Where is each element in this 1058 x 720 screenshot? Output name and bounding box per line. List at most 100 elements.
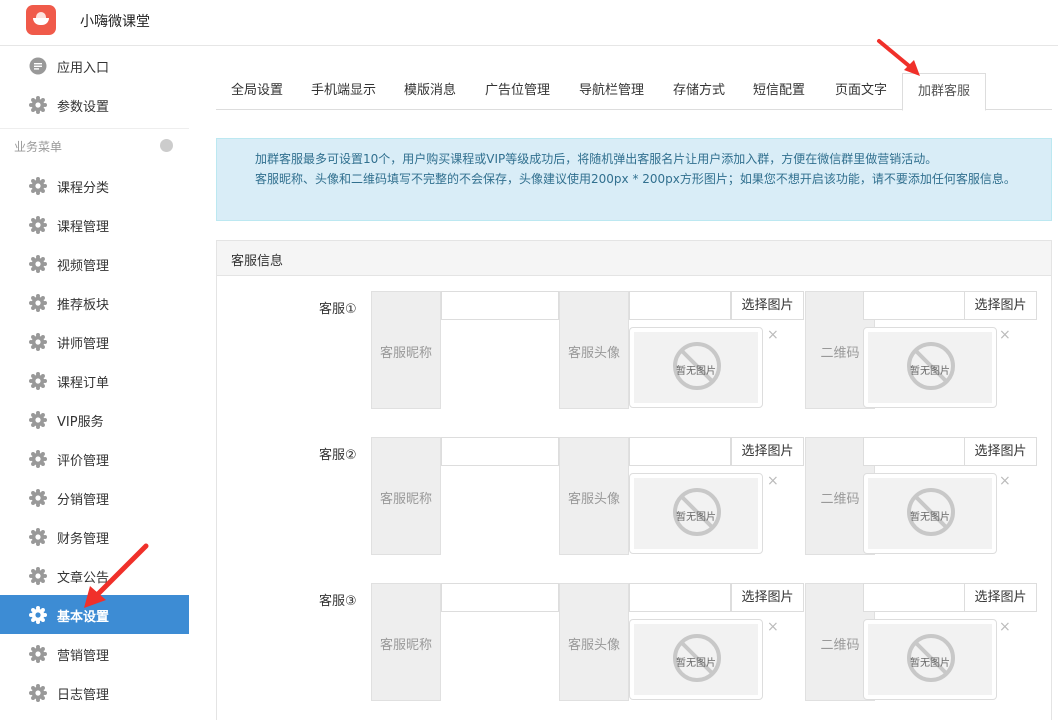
preview-placeholder: 暂无图片 (634, 332, 758, 403)
info-notice: 加群客服最多可设置10个，用户购买课程或VIP等级成功后，将随机弹出客服名片让用… (216, 138, 1052, 221)
sidebar-item-label: 讲师管理 (57, 337, 110, 352)
avatar-preview: 暂无图片 (629, 327, 763, 408)
tab[interactable]: 广告位管理 (470, 73, 565, 110)
nickname-input[interactable] (441, 583, 559, 612)
select-qrcode-button[interactable]: 选择图片 (964, 583, 1037, 612)
select-qrcode-button[interactable]: 选择图片 (964, 291, 1037, 320)
notice-line-2: 客服昵称、头像和二维码填写不完整的不会保存，头像建议使用200px * 200p… (255, 172, 1016, 186)
gear-icon (29, 177, 47, 195)
logo-icon (26, 5, 56, 35)
nickname-input[interactable] (441, 291, 559, 320)
remove-qrcode-icon[interactable]: × (999, 619, 1011, 635)
sidebar-item-label: 课程管理 (57, 220, 110, 235)
remove-avatar-icon[interactable]: × (767, 473, 779, 489)
gear-icon (29, 645, 47, 663)
panel-title: 客服信息 (231, 254, 284, 269)
no-image-text: 暂无图片 (910, 512, 950, 523)
qrcode-url-input[interactable] (863, 291, 965, 320)
gear-icon (29, 606, 47, 624)
sidebar-item-label: 日志管理 (57, 688, 110, 703)
sidebar-item-label: 评价管理 (57, 454, 110, 469)
notice-line-1: 加群客服最多可设置10个，用户购买课程或VIP等级成功后，将随机弹出客服名片让用… (255, 152, 938, 166)
gear-icon (29, 411, 47, 429)
gear-icon (29, 684, 47, 702)
sidebar-item-label: 营销管理 (57, 649, 110, 664)
preview-placeholder: 暂无图片 (868, 624, 992, 695)
sidebar-item-label: 课程订单 (57, 376, 110, 391)
collapse-dot-icon[interactable] (160, 139, 173, 152)
sidebar-item-app-entry[interactable]: 应用入口 (0, 46, 189, 85)
sidebar-item[interactable]: 日志管理 (0, 673, 189, 712)
avatar-url-input[interactable] (629, 583, 731, 612)
gear-icon (29, 96, 47, 114)
qrcode-url-input[interactable] (863, 437, 965, 466)
service-row-label: 客服③ (319, 594, 357, 609)
service-row-label: 客服② (319, 448, 357, 463)
avatar-url-input[interactable] (629, 291, 731, 320)
preview-placeholder: 暂无图片 (868, 478, 992, 549)
sidebar-item-label: VIP服务 (57, 415, 104, 430)
tab[interactable]: 模版消息 (389, 73, 471, 110)
avatar-label-block: 客服头像 (559, 583, 629, 701)
gear-icon (29, 372, 47, 390)
sidebar-item[interactable]: 营销管理 (0, 634, 189, 673)
no-image-text: 暂无图片 (676, 512, 716, 523)
sidebar-item-label: 参数设置 (57, 100, 110, 115)
sidebar: 应用入口 参数设置 业务菜单 课程分类课程管理视频管理 推荐板块讲师管理课程订单 V… (0, 46, 189, 713)
sidebar-item-label: 分销管理 (57, 493, 110, 508)
nickname-label: 客服昵称 (379, 346, 432, 361)
tab[interactable]: 全局设置 (216, 73, 298, 110)
sidebar-item[interactable]: 课程分类 (0, 166, 189, 205)
sidebar-item[interactable]: 视频管理 (0, 244, 189, 283)
remove-qrcode-icon[interactable]: × (999, 473, 1011, 489)
qrcode-preview: 暂无图片 (863, 327, 997, 408)
sidebar-divider (0, 128, 189, 129)
no-image-text: 暂无图片 (910, 366, 950, 377)
panel-header: 客服信息 (217, 241, 1051, 276)
remove-qrcode-icon[interactable]: × (999, 327, 1011, 343)
sidebar-item[interactable]: VIP服务 (0, 400, 189, 439)
gear-icon (29, 294, 47, 312)
settings-tabs: 全局设置 手机端显示 模版消息 广告位管理 导航栏管理 存储方式 短信配置 页面文字 加群客服 (216, 73, 1052, 111)
nickname-input[interactable] (441, 437, 559, 466)
preview-placeholder: 暂无图片 (868, 332, 992, 403)
tab[interactable]: 存储方式 (658, 73, 740, 110)
tab[interactable]: 短信配置 (738, 73, 820, 110)
avatar-label: 客服头像 (567, 638, 620, 653)
nickname-label-block: 客服昵称 (371, 583, 441, 701)
sidebar-item[interactable]: 推荐板块 (0, 283, 189, 322)
no-image-text: 暂无图片 (676, 366, 716, 377)
sidebar-item-label: 应用入口 (57, 61, 110, 76)
sidebar-item-params[interactable]: 参数设置 (0, 85, 189, 124)
gear-icon (29, 255, 47, 273)
sidebar-item[interactable]: 课程管理 (0, 205, 189, 244)
qrcode-preview: 暂无图片 (863, 619, 997, 700)
remove-avatar-icon[interactable]: × (767, 327, 779, 343)
avatar-preview: 暂无图片 (629, 619, 763, 700)
select-avatar-button[interactable]: 选择图片 (731, 437, 804, 466)
sidebar-item[interactable]: 评价管理 (0, 439, 189, 478)
avatar-url-input[interactable] (629, 437, 731, 466)
select-qrcode-button[interactable]: 选择图片 (964, 437, 1037, 466)
preview-placeholder: 暂无图片 (634, 624, 758, 695)
avatar-label: 客服头像 (567, 492, 620, 507)
chat-bubble-icon (29, 57, 47, 75)
sidebar-item[interactable]: 课程订单 (0, 361, 189, 400)
qrcode-url-input[interactable] (863, 583, 965, 612)
sidebar-section-label: 业务菜单 (14, 140, 63, 154)
tab[interactable]: 导航栏管理 (564, 73, 659, 110)
tab[interactable]: 手机端显示 (296, 73, 391, 110)
select-avatar-button[interactable]: 选择图片 (731, 291, 804, 320)
avatar-label-block: 客服头像 (559, 291, 629, 409)
sidebar-item[interactable]: 分销管理 (0, 478, 189, 517)
remove-avatar-icon[interactable]: × (767, 619, 779, 635)
gear-icon (29, 567, 47, 585)
red-arrow-icon (877, 39, 920, 76)
sidebar-item[interactable]: 讲师管理 (0, 322, 189, 361)
service-row-label: 客服① (319, 302, 357, 317)
select-avatar-button[interactable]: 选择图片 (731, 583, 804, 612)
nickname-label-block: 客服昵称 (371, 291, 441, 409)
nickname-label-block: 客服昵称 (371, 437, 441, 555)
gear-icon (29, 216, 47, 234)
no-image-text: 暂无图片 (910, 658, 950, 669)
